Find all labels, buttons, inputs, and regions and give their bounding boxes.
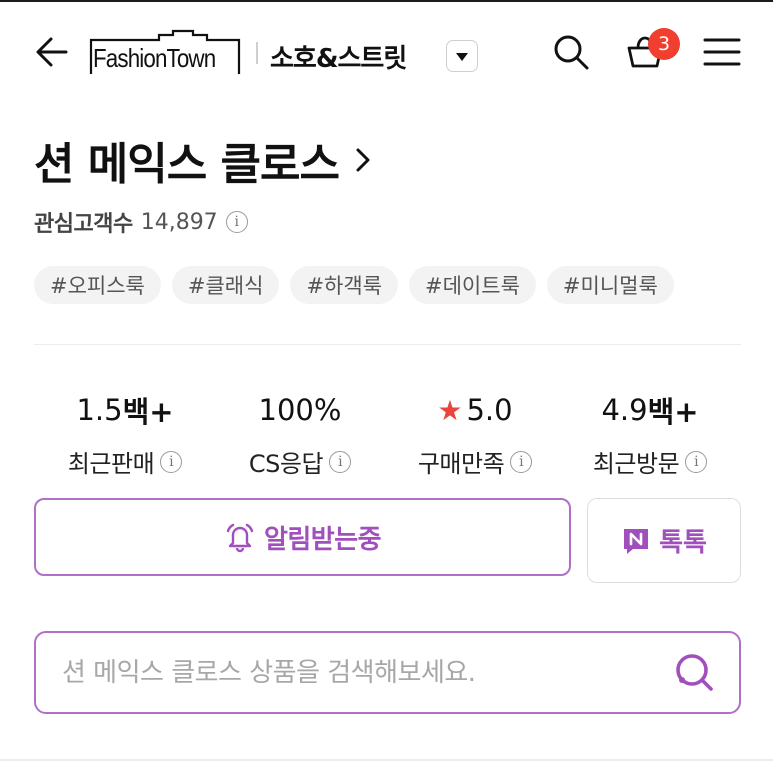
header-divider	[256, 42, 258, 64]
interest-customers: 관심고객수 14,897 i	[34, 206, 248, 238]
interest-label: 관심고객수	[34, 212, 133, 237]
store-search-input[interactable]	[62, 651, 652, 695]
tag-chip[interactable]: #미니멀룩	[546, 266, 674, 304]
category-label[interactable]: 소호&스트릿	[270, 38, 407, 75]
info-icon[interactable]: i	[329, 450, 352, 473]
info-icon[interactable]: i	[685, 450, 708, 473]
hamburger-menu-icon	[703, 37, 741, 71]
bell-icon	[224, 521, 256, 553]
logo-text: FashionTown	[93, 43, 216, 73]
notify-label: 알림받는중	[263, 524, 382, 555]
store-name: 션 메익스 클로스	[34, 139, 340, 190]
stat-label: 최근방문	[592, 450, 680, 478]
stat-value: 100%	[258, 393, 342, 427]
tag-chip[interactable]: #오피스룩	[34, 266, 161, 304]
search-submit-button[interactable]	[671, 651, 717, 697]
tag-chip[interactable]: #데이트룩	[409, 266, 536, 304]
tag-chip[interactable]: #클래식	[171, 266, 280, 304]
star-icon: ★	[437, 393, 463, 427]
app-header: FashionTown 소호&스트릿 3	[0, 18, 773, 88]
search-button[interactable]	[549, 32, 593, 76]
category-dropdown-button[interactable]	[446, 40, 478, 72]
store-name-link[interactable]: 션 메익스 클로스	[34, 128, 371, 192]
stat-suffix: 백+	[647, 395, 699, 429]
talktalk-button[interactable]: 톡톡	[587, 498, 741, 583]
store-logo[interactable]: FashionTown	[89, 26, 241, 76]
store-search-box	[34, 631, 741, 714]
stat-label: 구매만족	[417, 450, 505, 478]
notification-toggle-button[interactable]: 알림받는중	[34, 498, 571, 576]
arrow-left-icon	[32, 32, 72, 76]
stat-recent-sales: 1.5 백+ 최근판매 i	[30, 388, 220, 479]
stat-value: 4.9	[601, 393, 648, 427]
chevron-right-icon	[355, 147, 371, 173]
interest-count: 14,897	[140, 209, 218, 235]
stat-value: 1.5	[76, 393, 123, 427]
talk-label: 톡톡	[659, 528, 707, 558]
menu-button[interactable]	[700, 32, 744, 76]
naver-talk-icon	[621, 526, 651, 556]
caret-down-icon	[455, 47, 469, 66]
search-icon	[673, 651, 715, 697]
info-icon[interactable]: i	[225, 211, 248, 233]
stat-purchase-satisfaction: ★ 5.0 구매만족 i	[380, 388, 570, 479]
back-button[interactable]	[30, 32, 74, 76]
cart-count-badge: 3	[648, 28, 680, 60]
info-icon[interactable]: i	[160, 450, 183, 473]
stat-label: 최근판매	[67, 450, 155, 478]
search-icon	[552, 33, 590, 75]
stat-label: CS응답	[248, 450, 324, 478]
tag-chip[interactable]: #하객룩	[290, 266, 399, 304]
stat-recent-visits: 4.9 백+ 최근방문 i	[555, 388, 745, 479]
stat-suffix: 백+	[122, 395, 174, 429]
stat-cs-response: 100% CS응답 i	[205, 388, 395, 479]
stat-value: 5.0	[466, 393, 513, 427]
section-divider	[34, 344, 741, 345]
info-icon[interactable]: i	[510, 450, 533, 473]
store-tags: #오피스룩 #클래식 #하객룩 #데이트룩 #미니멀룩	[34, 266, 685, 304]
top-border	[0, 0, 773, 2]
